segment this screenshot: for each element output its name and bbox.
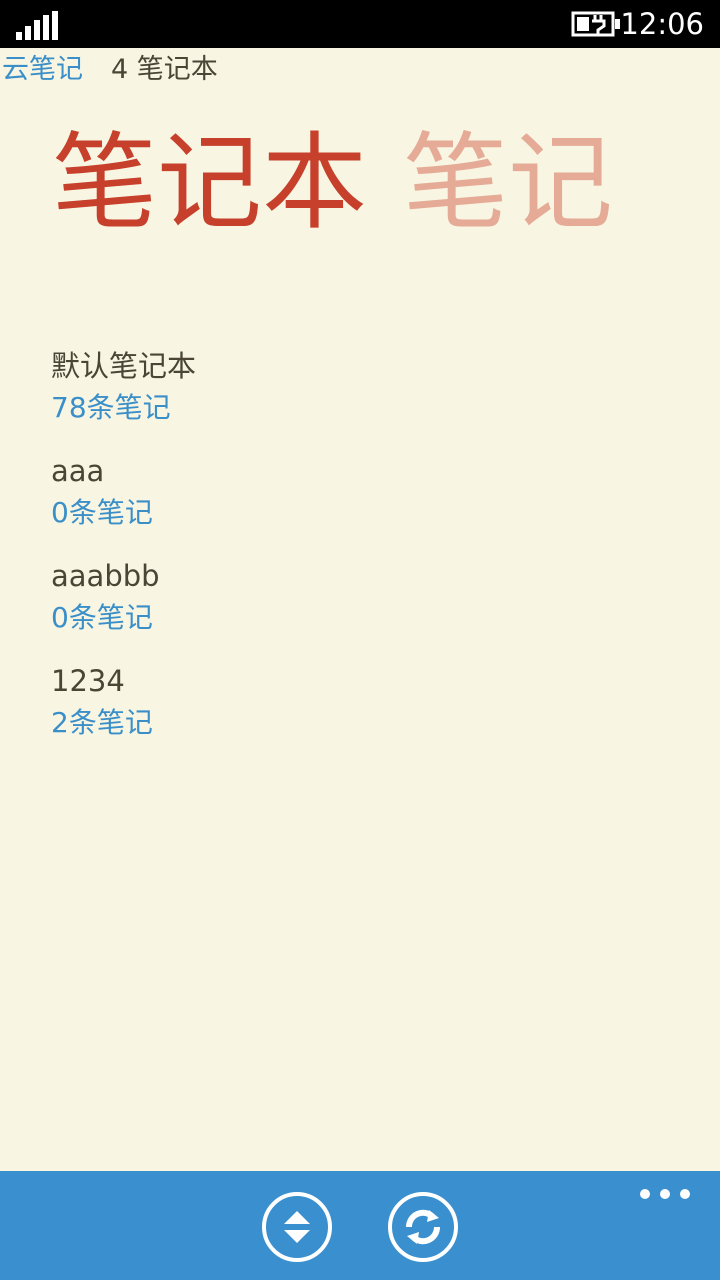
notebook-note-count: 78条笔记 [51, 391, 171, 424]
app-title: 云笔记 [2, 54, 83, 85]
notebook-count: 4 笔记本 [111, 54, 218, 85]
notebook-note-count: 0条笔记 [51, 496, 153, 529]
notebook-item[interactable]: aaa 0条笔记 [51, 449, 651, 554]
notebook-item[interactable]: 默认笔记本 78条笔记 [51, 344, 651, 449]
notebook-list: 默认笔记本 78条笔记 aaa 0条笔记 aaabbb 0条笔记 1234 2条… [51, 344, 651, 764]
status-bar: 12:06 [0, 0, 720, 48]
more-icon[interactable] [640, 1185, 690, 1203]
pivot-tab-notebooks[interactable]: 笔记本 [52, 118, 367, 248]
notebook-name: 默认笔记本 [51, 349, 197, 383]
app-bar [0, 1171, 720, 1280]
signal-strength-icon [16, 10, 60, 40]
clock: 12:06 [620, 7, 704, 41]
sort-icon [284, 1211, 310, 1224]
notebook-item[interactable]: aaabbb 0条笔记 [51, 554, 651, 659]
header: 云笔记 4 笔记本 [2, 50, 218, 90]
sort-button[interactable] [261, 1191, 333, 1263]
notebook-name: aaa [51, 454, 105, 488]
notebook-item[interactable]: 1234 2条笔记 [51, 659, 651, 764]
pivot-header: 笔记本 笔记 [52, 118, 613, 248]
sync-button[interactable] [387, 1191, 459, 1263]
pivot-tab-notes[interactable]: 笔记 [403, 118, 613, 248]
battery-charging-icon [571, 11, 620, 37]
notebook-note-count: 0条笔记 [51, 601, 153, 634]
notebook-note-count: 2条笔记 [51, 706, 153, 739]
notebook-name: aaabbb [51, 559, 160, 593]
notebook-name: 1234 [51, 664, 125, 698]
